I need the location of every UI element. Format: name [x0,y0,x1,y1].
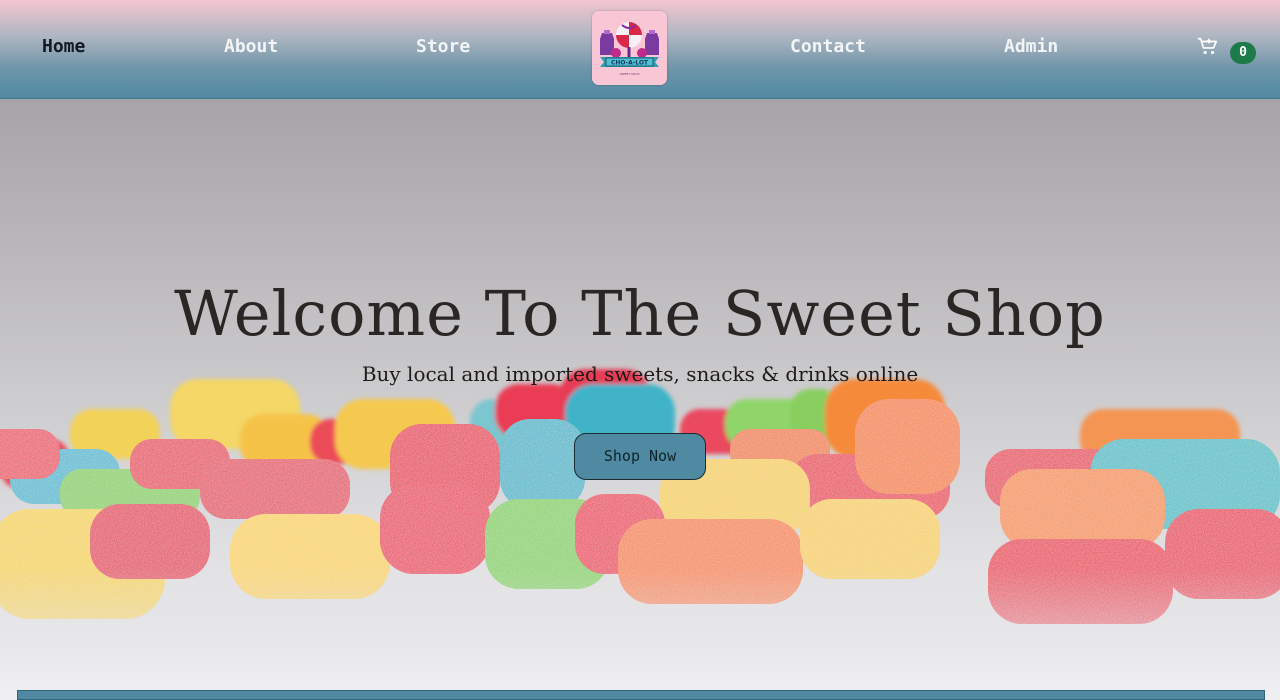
cart-icon[interactable] [1197,36,1219,58]
hero-subtitle: Buy local and imported sweets, snacks & … [361,362,919,386]
nav-link-contact[interactable]: Contact [790,36,866,57]
svg-text:SWEET SHOP: SWEET SHOP [620,72,640,76]
hero-title: Welcome To The Sweet Shop [174,277,1106,350]
svg-text:CHO-A-LOT: CHO-A-LOT [611,60,649,67]
nav-link-admin[interactable]: Admin [1004,36,1058,57]
section-divider-bar [17,690,1265,700]
shop-now-button[interactable]: Shop Now [574,433,706,480]
nav-link-home[interactable]: Home [42,36,85,57]
top-navbar: Home About Store CHO-A-LOT SWEET SHOP Co… [0,0,1280,99]
logo-image: CHO-A-LOT SWEET SHOP [592,11,667,85]
shop-logo[interactable]: CHO-A-LOT SWEET SHOP [592,11,667,85]
nav-link-about[interactable]: About [224,36,278,57]
nav-link-store[interactable]: Store [416,36,470,57]
hero-section: Welcome To The Sweet Shop Buy local and … [0,99,1280,700]
gummy-candies-background [0,369,1280,700]
cart-count-badge: 0 [1230,42,1256,64]
